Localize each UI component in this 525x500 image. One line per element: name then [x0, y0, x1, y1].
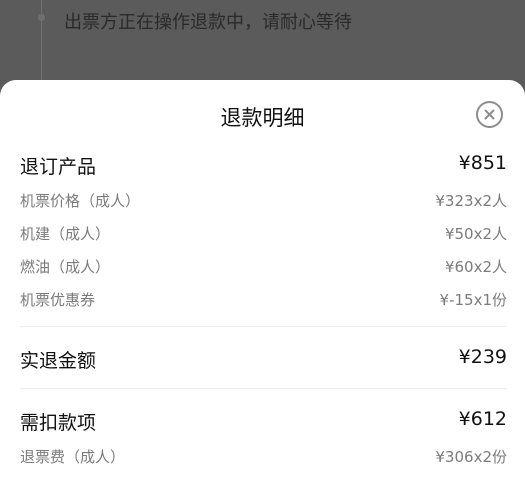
divider [20, 388, 507, 389]
refund-item-value: ¥323x2人 [435, 192, 507, 210]
deductions-label: 需扣款项 [20, 412, 97, 434]
actual-refund-row: 实退金额 ¥239 [20, 346, 507, 372]
refund-item-label: 燃油（成人） [20, 258, 111, 276]
refund-item-row: 机建（成人） ¥50x2人 [20, 223, 507, 249]
refund-products-label: 退订产品 [20, 156, 97, 178]
deduction-item-row: 退票费（成人） ¥306x2份 [20, 446, 507, 472]
refund-products-amount: ¥851 [458, 152, 507, 174]
actual-refund-amount: ¥239 [458, 346, 507, 368]
refund-item-value: ¥50x2人 [444, 225, 507, 243]
refund-item-label: 机建（成人） [20, 225, 111, 243]
timeline-dot [38, 14, 45, 21]
refund-item-value: ¥60x2人 [444, 258, 507, 276]
deduction-item-value: ¥306x2份 [435, 448, 507, 466]
refund-item-row: 机票优惠券 ¥-15x1份 [20, 289, 507, 315]
refund-products-row: 退订产品 ¥851 [20, 152, 507, 178]
refund-item-row: 燃油（成人） ¥60x2人 [20, 256, 507, 282]
divider [20, 326, 507, 327]
refund-item-row: 机票价格（成人） ¥323x2人 [20, 190, 507, 216]
refund-status-text: 出票方正在操作退款中，请耐心等待 [64, 12, 352, 33]
deduction-item-label: 退票费（成人） [20, 448, 126, 466]
close-button[interactable] [476, 101, 503, 128]
refund-item-value: ¥-15x1份 [439, 291, 507, 309]
close-icon [484, 109, 495, 120]
refund-details-sheet: 退款明细 退订产品 ¥851 机票价格（成人） ¥323x2人 机建（成人） ¥… [0, 80, 525, 500]
deductions-row: 需扣款项 ¥612 [20, 408, 507, 434]
refund-item-label: 机票优惠券 [20, 291, 96, 309]
refund-item-label: 机票价格（成人） [20, 192, 141, 210]
actual-refund-label: 实退金额 [20, 350, 97, 372]
sheet-title: 退款明细 [220, 106, 305, 130]
deductions-amount: ¥612 [458, 408, 507, 430]
